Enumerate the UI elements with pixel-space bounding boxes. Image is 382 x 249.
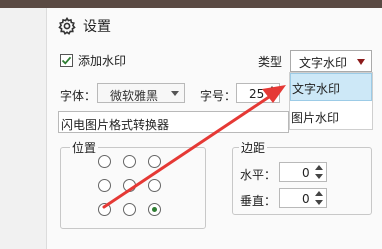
annotation-arrow [102,85,286,209]
